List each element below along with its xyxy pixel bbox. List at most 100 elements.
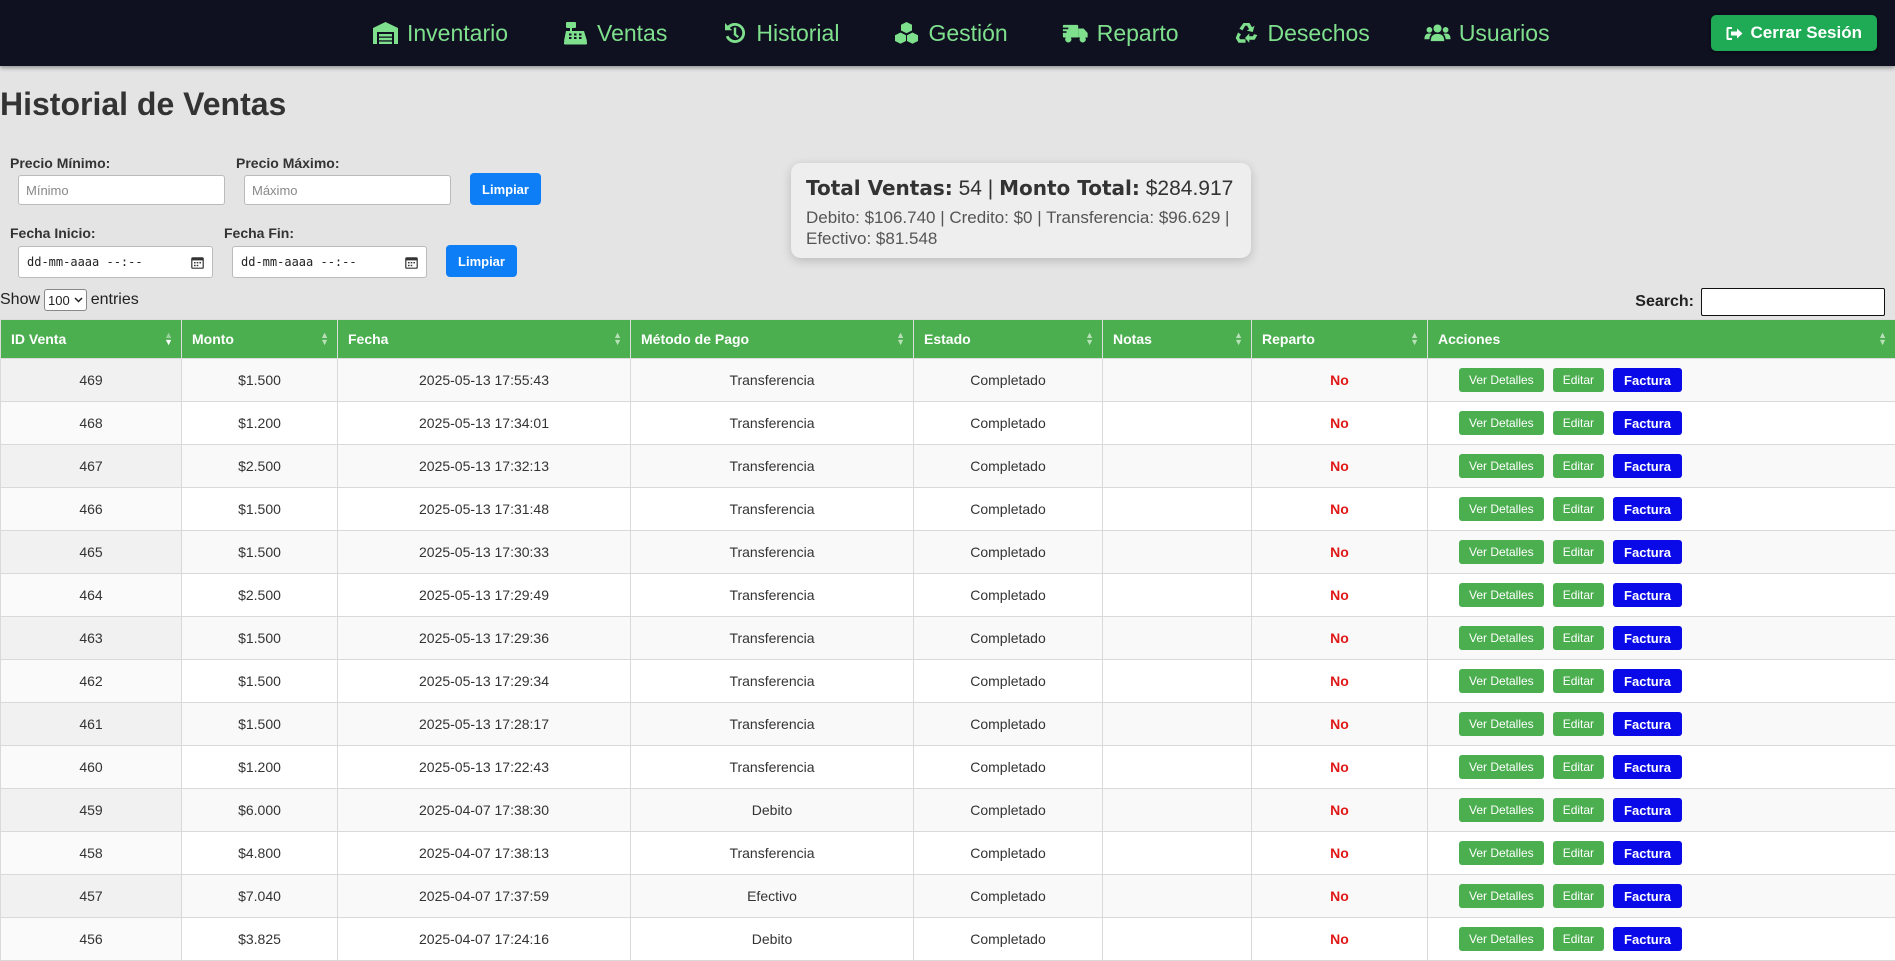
- date-cell: 2025-05-13 17:55:43: [338, 359, 631, 402]
- notes-cell: [1103, 789, 1252, 832]
- view-details-button[interactable]: Ver Detalles: [1459, 798, 1544, 822]
- col-reparto-header[interactable]: Reparto▲▼: [1252, 320, 1428, 359]
- date-cell: 2025-04-07 17:38:13: [338, 832, 631, 875]
- amount-cell: $1.500: [182, 531, 338, 574]
- view-details-button[interactable]: Ver Detalles: [1459, 497, 1544, 521]
- search-input[interactable]: [1701, 288, 1885, 316]
- logout-label: Cerrar Sesión: [1751, 23, 1863, 43]
- row-actions: Ver Detalles Editar Factura: [1459, 411, 1682, 435]
- table-row: 456$3.8252025-04-07 17:24:16DebitoComple…: [1, 918, 1895, 961]
- nav-item-reparto[interactable]: Reparto: [1062, 20, 1179, 47]
- clear-dates-button[interactable]: Limpiar: [446, 245, 517, 277]
- view-details-button[interactable]: Ver Detalles: [1459, 712, 1544, 736]
- logout-button[interactable]: Cerrar Sesión: [1711, 15, 1878, 51]
- view-details-button[interactable]: Ver Detalles: [1459, 927, 1544, 951]
- view-details-button[interactable]: Ver Detalles: [1459, 884, 1544, 908]
- notes-cell: [1103, 531, 1252, 574]
- end-date-input[interactable]: dd-mm-aaaa --:--: [232, 246, 427, 278]
- col-metodo-pago-header[interactable]: Método de Pago▲▼: [631, 320, 914, 359]
- calendar-icon[interactable]: [405, 256, 418, 269]
- col-monto-header[interactable]: Monto▲▼: [182, 320, 338, 359]
- column-label: ID Venta: [11, 331, 66, 347]
- edit-button[interactable]: Editar: [1553, 368, 1604, 392]
- invoice-button[interactable]: Factura: [1613, 884, 1682, 908]
- delivery-cell: No: [1252, 445, 1428, 488]
- date-cell: 2025-05-13 17:29:36: [338, 617, 631, 660]
- edit-button[interactable]: Editar: [1553, 454, 1604, 478]
- edit-button[interactable]: Editar: [1553, 755, 1604, 779]
- edit-button[interactable]: Editar: [1553, 884, 1604, 908]
- amount-cell: $2.500: [182, 445, 338, 488]
- users-icon: [1424, 21, 1451, 45]
- page-size-select[interactable]: 100: [44, 289, 87, 311]
- edit-button[interactable]: Editar: [1553, 497, 1604, 521]
- invoice-button[interactable]: Factura: [1613, 368, 1682, 392]
- col-estado-header[interactable]: Estado▲▼: [914, 320, 1103, 359]
- nav-label: Gestión: [928, 20, 1007, 47]
- table-row: 464$2.5002025-05-13 17:29:49Transferenci…: [1, 574, 1895, 617]
- view-details-button[interactable]: Ver Detalles: [1459, 583, 1544, 607]
- col-id-venta-header[interactable]: ID Venta▲▼: [1, 320, 182, 359]
- invoice-button[interactable]: Factura: [1613, 626, 1682, 650]
- edit-button[interactable]: Editar: [1553, 626, 1604, 650]
- start-date-label: Fecha Inicio:: [10, 225, 96, 241]
- view-details-button[interactable]: Ver Detalles: [1459, 626, 1544, 650]
- col-notas-header[interactable]: Notas▲▼: [1103, 320, 1252, 359]
- nav-item-historial[interactable]: Historial: [721, 20, 839, 47]
- invoice-button[interactable]: Factura: [1613, 540, 1682, 564]
- invoice-button[interactable]: Factura: [1613, 669, 1682, 693]
- column-label: Monto: [192, 331, 234, 347]
- notes-cell: [1103, 832, 1252, 875]
- invoice-button[interactable]: Factura: [1613, 454, 1682, 478]
- sale-id-cell: 458: [1, 832, 182, 875]
- nav-item-desechos[interactable]: Desechos: [1233, 20, 1370, 47]
- edit-button[interactable]: Editar: [1553, 669, 1604, 693]
- status-cell: Completado: [914, 746, 1103, 789]
- invoice-button[interactable]: Factura: [1613, 411, 1682, 435]
- view-details-button[interactable]: Ver Detalles: [1459, 669, 1544, 693]
- edit-button[interactable]: Editar: [1553, 540, 1604, 564]
- edit-button[interactable]: Editar: [1553, 411, 1604, 435]
- view-details-button[interactable]: Ver Detalles: [1459, 540, 1544, 564]
- invoice-button[interactable]: Factura: [1613, 497, 1682, 521]
- delivery-cell: No: [1252, 574, 1428, 617]
- view-details-button[interactable]: Ver Detalles: [1459, 411, 1544, 435]
- sale-id-cell: 463: [1, 617, 182, 660]
- view-details-button[interactable]: Ver Detalles: [1459, 755, 1544, 779]
- max-price-input[interactable]: Máximo: [244, 175, 451, 205]
- sales-table: ID Venta▲▼Monto▲▼Fecha▲▼Método de Pago▲▼…: [0, 319, 1895, 961]
- total-sales-label: Total Ventas:: [806, 176, 953, 200]
- invoice-button[interactable]: Factura: [1613, 755, 1682, 779]
- amount-cell: $1.200: [182, 746, 338, 789]
- row-actions: Ver Detalles Editar Factura: [1459, 755, 1682, 779]
- invoice-button[interactable]: Factura: [1613, 841, 1682, 865]
- status-cell: Completado: [914, 832, 1103, 875]
- nav-item-inventario[interactable]: Inventario: [372, 20, 508, 47]
- col-fecha-header[interactable]: Fecha▲▼: [338, 320, 631, 359]
- col-acciones-header[interactable]: Acciones▲▼: [1428, 320, 1895, 359]
- end-date-label: Fecha Fin:: [224, 225, 294, 241]
- view-details-button[interactable]: Ver Detalles: [1459, 841, 1544, 865]
- invoice-button[interactable]: Factura: [1613, 583, 1682, 607]
- payment-method-cell: Transferencia: [631, 832, 914, 875]
- edit-button[interactable]: Editar: [1553, 927, 1604, 951]
- edit-button[interactable]: Editar: [1553, 798, 1604, 822]
- view-details-button[interactable]: Ver Detalles: [1459, 454, 1544, 478]
- warehouse-icon: [372, 21, 399, 45]
- invoice-button[interactable]: Factura: [1613, 798, 1682, 822]
- invoice-button[interactable]: Factura: [1613, 712, 1682, 736]
- nav-item-ventas[interactable]: Ventas: [562, 20, 667, 47]
- min-price-input[interactable]: Mínimo: [18, 175, 225, 205]
- clear-price-button[interactable]: Limpiar: [470, 173, 541, 205]
- view-details-button[interactable]: Ver Detalles: [1459, 368, 1544, 392]
- edit-button[interactable]: Editar: [1553, 841, 1604, 865]
- edit-button[interactable]: Editar: [1553, 712, 1604, 736]
- nav-item-usuarios[interactable]: Usuarios: [1424, 20, 1550, 47]
- start-date-input[interactable]: dd-mm-aaaa --:--: [18, 246, 213, 278]
- payment-method-cell: Transferencia: [631, 445, 914, 488]
- nav-item-gestion[interactable]: Gestión: [893, 20, 1007, 47]
- sort-icon: ▲▼: [1085, 332, 1094, 346]
- edit-button[interactable]: Editar: [1553, 583, 1604, 607]
- calendar-icon[interactable]: [191, 256, 204, 269]
- invoice-button[interactable]: Factura: [1613, 927, 1682, 951]
